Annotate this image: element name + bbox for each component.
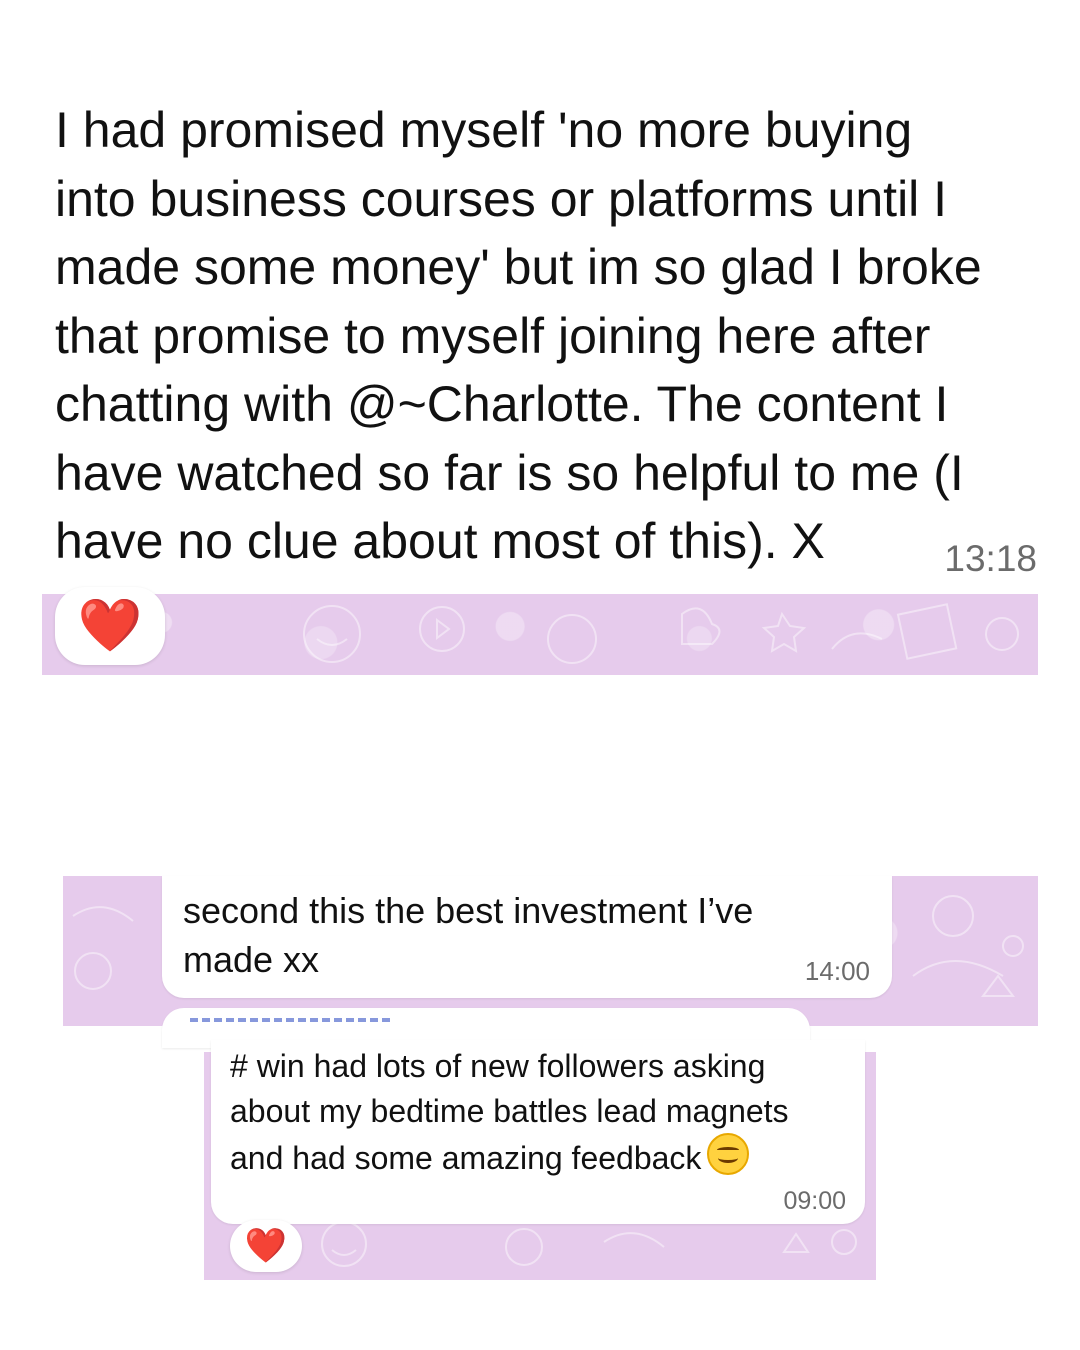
smiling-face-icon <box>707 1133 750 1175</box>
reaction-badge[interactable]: ❤️ <box>230 1220 302 1272</box>
message-text: second this the best investment I’ve mad… <box>183 890 754 980</box>
wallpaper-doodles <box>303 603 1019 664</box>
message-text: # win had lots of new followers asking a… <box>230 1044 850 1181</box>
heart-reaction-icon: ❤️ <box>244 1227 288 1265</box>
reaction-badge[interactable]: ❤️ <box>55 587 165 665</box>
heart-reaction-icon: ❤️ <box>77 597 143 655</box>
message-timestamp: 09:00 <box>783 1187 846 1215</box>
message-text: I had promised myself 'no more buying in… <box>55 102 982 569</box>
chat-wallpaper <box>42 594 1038 675</box>
message-timestamp: 13:18 <box>944 538 1037 579</box>
message-text-content: # win had lots of new followers asking a… <box>230 1048 789 1176</box>
message-timestamp: 14:00 <box>804 956 870 986</box>
sender-name-cropped <box>190 1018 390 1030</box>
